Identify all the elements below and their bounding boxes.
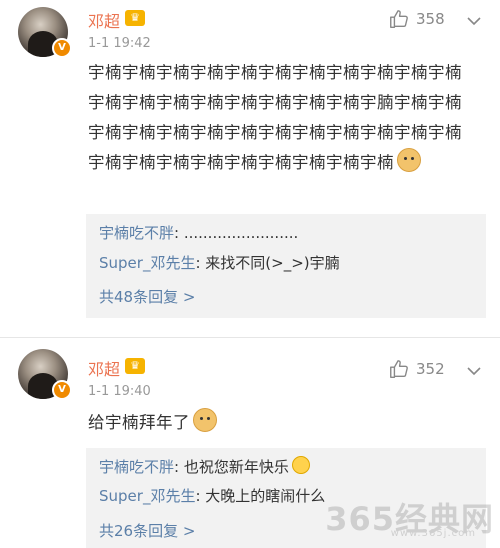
verified-badge-icon: V bbox=[52, 380, 72, 400]
reply-text: 大晚上的瞎闹什么 bbox=[205, 487, 326, 505]
author-name[interactable]: 邓超 bbox=[88, 356, 120, 380]
reply-author[interactable]: Super_邓先生 bbox=[99, 487, 195, 505]
reply-item[interactable]: Super_邓先生: 大晚上的瞎闹什么 bbox=[99, 486, 325, 506]
reply-author[interactable]: 宇楠吃不胖 bbox=[99, 458, 174, 476]
member-crown-icon[interactable]: ♛ bbox=[125, 358, 145, 374]
like-count: 358 bbox=[416, 10, 445, 28]
reply-text: 来找不同(>_>)宇腩 bbox=[205, 254, 340, 272]
crying-emoji-icon bbox=[291, 456, 310, 474]
member-crown-icon[interactable]: ♛ bbox=[125, 10, 145, 26]
chevron-down-icon[interactable] bbox=[466, 363, 482, 379]
chevron-down-icon[interactable] bbox=[466, 13, 482, 29]
watermark-url: www.365j.com bbox=[390, 528, 476, 539]
comment-time: 1-1 19:40 bbox=[88, 384, 151, 399]
comment-text: 给宇楠拜年了 bbox=[88, 408, 473, 438]
doge-emoji-icon bbox=[193, 408, 217, 432]
comment-text: 宇楠宇楠宇楠宇楠宇楠宇楠宇楠宇楠宇楠宇楠宇楠宇楠宇楠宇楠宇楠宇楠宇楠宇楠宇楠宇腩… bbox=[88, 63, 462, 172]
more-replies-link[interactable]: 共26条回复 > bbox=[99, 520, 195, 541]
comment-time: 1-1 19:42 bbox=[88, 36, 151, 51]
reply-text: 也祝您新年快乐 bbox=[183, 458, 289, 476]
author-name[interactable]: 邓超 bbox=[88, 8, 120, 32]
doge-emoji-icon bbox=[397, 148, 421, 172]
reply-author[interactable]: 宇楠吃不胖 bbox=[99, 224, 174, 242]
like-count: 352 bbox=[416, 360, 445, 378]
reply-text: ........................ bbox=[183, 224, 299, 242]
reply-author[interactable]: Super_邓先生 bbox=[99, 254, 195, 272]
reply-item[interactable]: Super_邓先生: 来找不同(>_>)宇腩 bbox=[99, 253, 340, 273]
reply-item[interactable]: 宇楠吃不胖: 也祝您新年快乐 bbox=[99, 456, 310, 477]
reply-box: 宇楠吃不胖: ........................ Super_邓先… bbox=[86, 214, 486, 318]
comment-1: V 邓超 ♛ 1-1 19:42 358 宇楠宇楠宇楠宇楠宇楠宇楠宇楠宇楠宇楠宇… bbox=[0, 0, 500, 336]
thumbs-up-icon[interactable] bbox=[388, 358, 410, 380]
thumbs-up-icon[interactable] bbox=[388, 8, 410, 30]
verified-badge-icon: V bbox=[52, 38, 72, 58]
more-replies-link[interactable]: 共48条回复 > bbox=[99, 286, 195, 307]
reply-item[interactable]: 宇楠吃不胖: ........................ bbox=[99, 223, 298, 243]
watermark: 365经典网 www.365j.com bbox=[324, 494, 494, 542]
